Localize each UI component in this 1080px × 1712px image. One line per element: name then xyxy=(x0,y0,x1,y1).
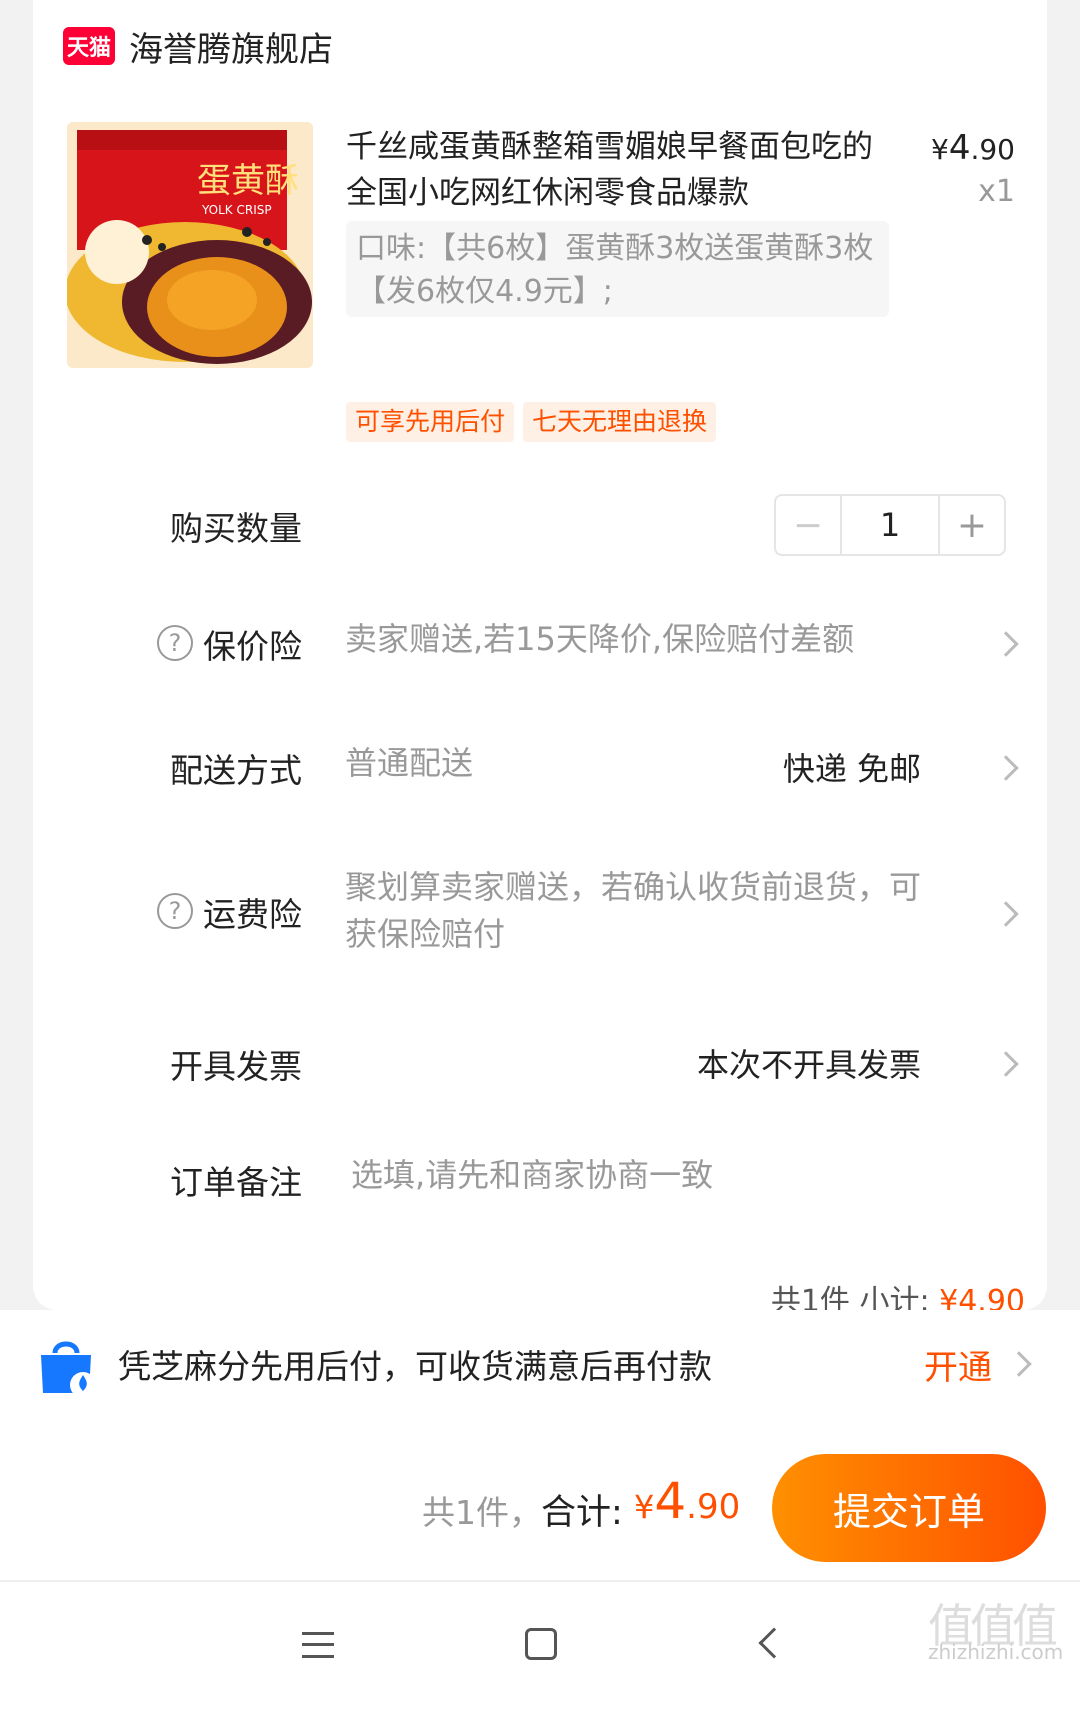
order-card: 天猫 海誉腾旗舰店 蛋黄酥 YOLK CRISP 千丝咸蛋黄酥整箱雪媚娘早餐面包… xyxy=(33,0,1047,1319)
price-protection-row[interactable]: ? 保价险 卖家赠送,若15天降价,保险赔付差额 xyxy=(33,620,1047,690)
price-protection-desc: 卖家赠送,若15天降价,保险赔付差额 xyxy=(345,620,855,658)
system-nav-bar xyxy=(0,1582,1080,1712)
chevron-right-icon xyxy=(993,755,1019,781)
total-decimal: .90 xyxy=(686,1487,741,1527)
chevron-right-icon xyxy=(993,901,1019,927)
invoice-row[interactable]: 开具发票 本次不开具发票 xyxy=(33,1040,1047,1110)
invoice-value: 本次不开具发票 xyxy=(696,1046,921,1084)
total-integer: 4 xyxy=(654,1472,687,1530)
watermark-text: zhizhizhi.com xyxy=(928,1640,1064,1664)
shopping-bag-icon xyxy=(41,1341,96,1398)
service-tags: 可享先用后付 七天无理由退换 xyxy=(346,402,717,442)
shipping-insurance-row[interactable]: ? 运费险 聚划算卖家赠送，若确认收货前退货，可获保险赔付 xyxy=(33,868,1047,968)
product-spec[interactable]: 口味:【共6枚】蛋黄酥3枚送蛋黄酥3枚【发6枚仅4.9元】; xyxy=(346,221,889,317)
tag-pay-later: 可享先用后付 xyxy=(346,402,515,442)
pay-later-banner[interactable]: 凭芝麻分先用后付，可收货满意后再付款 开通 xyxy=(0,1310,1080,1420)
shipping-insurance-label: 运费险 xyxy=(203,895,302,934)
order-note-row: 订单备注 选填,请先和商家协商一致 xyxy=(33,1156,1047,1226)
order-note-label: 订单备注 xyxy=(170,1163,302,1202)
product-title[interactable]: 千丝咸蛋黄酥整箱雪媚娘早餐面包吃的全国小吃网红休闲零食品爆款 xyxy=(346,124,886,216)
total-label: 合计: xyxy=(541,1493,623,1533)
chevron-right-icon xyxy=(993,631,1019,657)
pay-later-text: 凭芝麻分先用后付，可收货满意后再付款 xyxy=(118,1347,712,1386)
increase-button[interactable]: + xyxy=(940,496,1004,554)
shipping-insurance-desc: 聚划算卖家赠送，若确认收货前退货，可获保险赔付 xyxy=(345,868,922,953)
quantity-stepper: − 1 + xyxy=(774,494,1006,556)
help-icon[interactable]: ? xyxy=(157,893,193,929)
shop-name[interactable]: 海誉腾旗舰店 xyxy=(129,22,333,71)
invoice-label: 开具发票 xyxy=(170,1047,302,1086)
home-icon[interactable] xyxy=(525,1628,557,1660)
delivery-row[interactable]: 配送方式 普通配送 快递 免邮 xyxy=(33,744,1047,814)
quantity-input[interactable]: 1 xyxy=(842,496,940,554)
price-integer: 4 xyxy=(948,128,971,168)
chevron-right-icon xyxy=(1006,1351,1032,1377)
chevron-right-icon xyxy=(993,1051,1019,1077)
price-currency: ¥ xyxy=(931,133,949,166)
product-image-text: 蛋黄酥 xyxy=(197,161,299,201)
total-currency: ¥ xyxy=(634,1488,655,1526)
decrease-button[interactable]: − xyxy=(776,496,842,554)
back-icon[interactable] xyxy=(758,1627,790,1659)
delivery-label: 配送方式 xyxy=(170,751,302,790)
open-pay-later-link[interactable]: 开通 xyxy=(924,1340,992,1389)
menu-icon[interactable] xyxy=(302,1632,334,1658)
delivery-value: 快递 免邮 xyxy=(782,750,921,788)
total-count: 共1件， xyxy=(422,1493,542,1532)
submit-order-button[interactable]: 提交订单 xyxy=(772,1454,1046,1562)
shop-header[interactable]: 天猫 海誉腾旗舰店 xyxy=(63,22,333,70)
checkout-bar: 共1件， 合计: ¥4.90 提交订单 xyxy=(0,1420,1080,1582)
total-amount: ¥4.90 xyxy=(634,1472,740,1530)
price-decimal: .90 xyxy=(970,133,1015,166)
price-protection-label: 保价险 xyxy=(203,627,302,666)
help-icon[interactable]: ? xyxy=(157,625,193,661)
product-quantity: x1 xyxy=(978,174,1015,209)
order-note-input[interactable]: 选填,请先和商家协商一致 xyxy=(351,1152,713,1199)
product-price: ¥4.90 xyxy=(931,128,1015,168)
product-image-subtext: YOLK CRISP xyxy=(201,203,272,217)
quantity-label: 购买数量 xyxy=(170,509,302,548)
delivery-desc: 普通配送 xyxy=(345,744,474,782)
product-image[interactable]: 蛋黄酥 YOLK CRISP xyxy=(67,122,313,368)
tag-seven-day-return: 七天无理由退换 xyxy=(523,402,717,442)
tmall-logo: 天猫 xyxy=(63,27,115,65)
